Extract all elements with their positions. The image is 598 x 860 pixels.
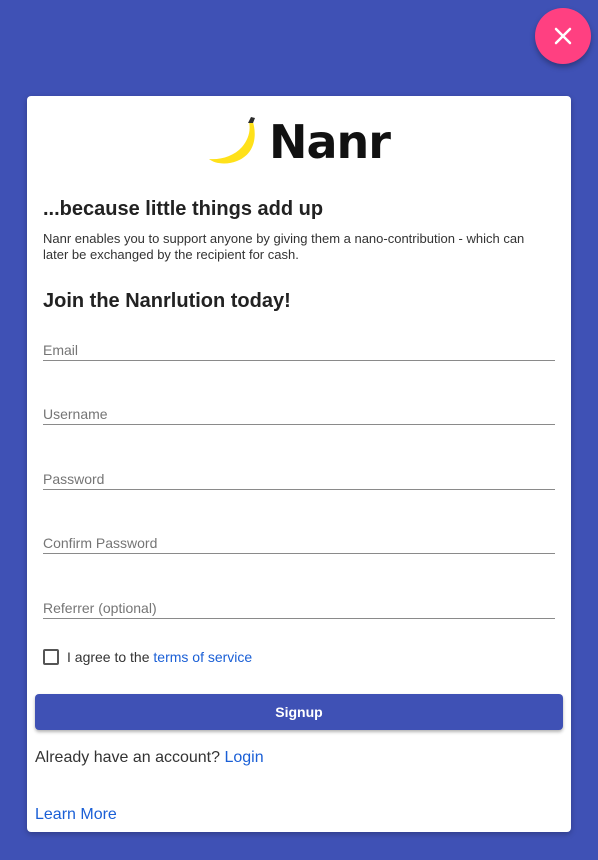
username-field[interactable] — [43, 403, 555, 424]
terms-agreement: I agree to the terms of service — [43, 649, 252, 665]
tagline: ...because little things add up — [43, 198, 324, 220]
close-button[interactable] — [535, 8, 591, 64]
confirm-password-field[interactable] — [43, 532, 555, 553]
terms-checkbox[interactable] — [43, 649, 59, 665]
referrer-field-wrapper — [43, 597, 555, 619]
terms-link[interactable]: terms of service — [153, 649, 252, 665]
signup-card: Nanr ...because little things add up Nan… — [27, 96, 571, 832]
brand-name: Nanr — [269, 115, 391, 169]
signup-button[interactable]: Signup — [35, 694, 563, 730]
password-field-wrapper — [43, 468, 555, 490]
referrer-field[interactable] — [43, 597, 555, 618]
email-field-wrapper — [43, 339, 555, 361]
description: Nanr enables you to support anyone by gi… — [43, 231, 525, 262]
close-icon — [554, 27, 572, 45]
login-link[interactable]: Login — [224, 749, 263, 766]
join-heading: Join the Nanrlution today! — [43, 290, 291, 312]
terms-label: I agree to the — [67, 649, 154, 665]
login-prompt-text: Already have an account? — [35, 749, 225, 766]
banana-icon — [209, 117, 255, 164]
login-prompt: Already have an account? Login — [35, 749, 264, 767]
learn-more-link[interactable]: Learn More — [35, 806, 117, 824]
confirm-password-field-wrapper — [43, 532, 555, 554]
brand: Nanr — [207, 115, 391, 169]
password-field[interactable] — [43, 468, 555, 489]
username-field-wrapper — [43, 403, 555, 425]
email-field[interactable] — [43, 339, 555, 360]
